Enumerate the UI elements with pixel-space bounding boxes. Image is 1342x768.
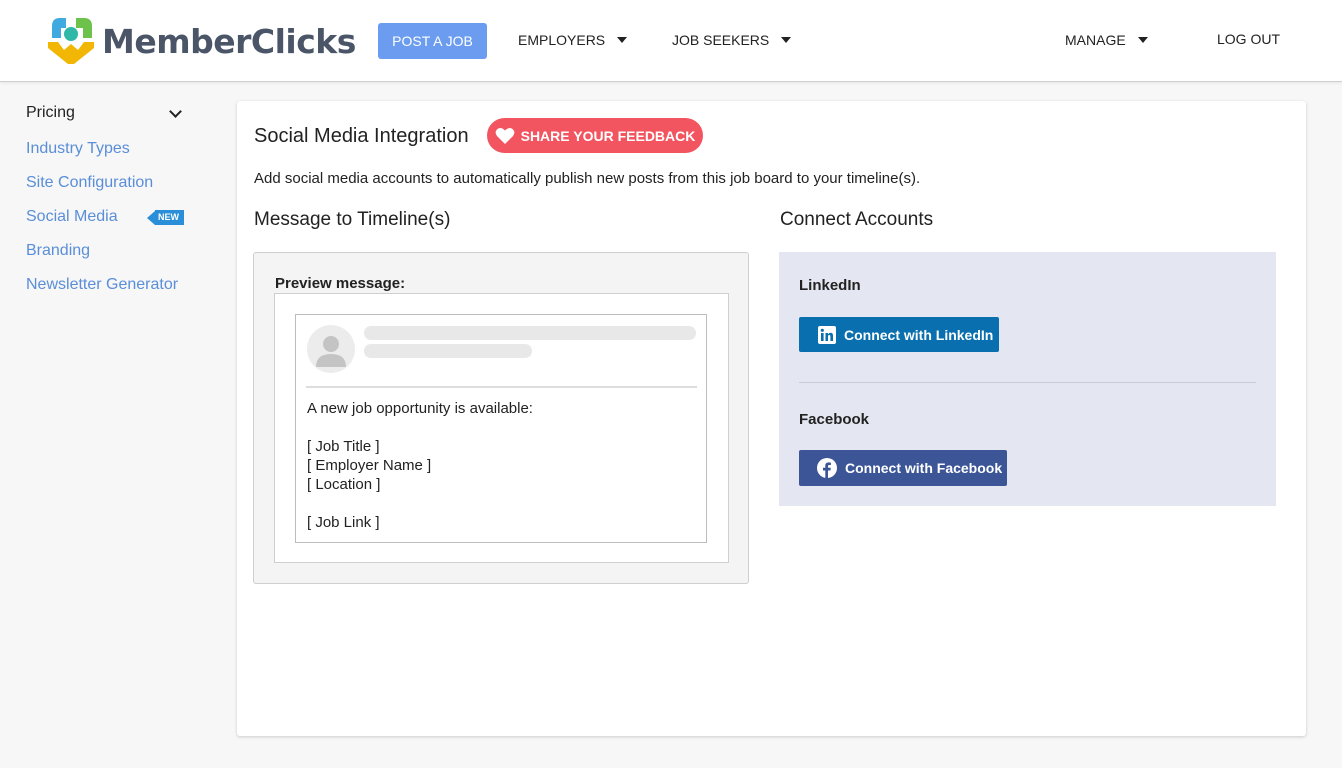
share-feedback-label: SHARE YOUR FEEDBACK: [520, 127, 696, 144]
preview-job-link: [ Job Link ]: [307, 514, 380, 531]
connect-linkedin-label: Connect with LinkedIn: [844, 326, 994, 343]
connect-linkedin-button[interactable]: Connect with LinkedIn: [799, 317, 999, 352]
chevron-down-icon: [169, 104, 182, 118]
new-badge-label: NEW: [155, 210, 184, 225]
preview-job-title: [ Job Title ]: [307, 438, 380, 455]
memberclicks-logo[interactable]: MemberClicks: [44, 14, 356, 68]
caret-down-icon: [617, 37, 628, 43]
connect-accounts-panel: LinkedIn Connect with LinkedIn Facebook …: [779, 252, 1276, 506]
skeleton-line: [364, 326, 696, 340]
nav-logout-label: LOG OUT: [1217, 31, 1281, 47]
nav-manage[interactable]: MANAGE: [1065, 32, 1148, 48]
sidebar-item-pricing[interactable]: Pricing: [26, 104, 186, 122]
sidebar-item-social-media[interactable]: Social Media: [26, 208, 118, 226]
nav-logout[interactable]: LOG OUT: [1217, 31, 1280, 47]
page-title: Social Media Integration: [254, 125, 469, 147]
preview-panel: Preview message: A new job opportunity i…: [253, 252, 749, 584]
accounts-divider: [799, 382, 1256, 383]
logo-text: MemberClicks: [102, 21, 356, 61]
sidebar-item-newsletter-generator[interactable]: Newsletter Generator: [26, 276, 178, 294]
preview-label: Preview message:: [275, 275, 406, 292]
sidebar-item-label: Pricing: [26, 104, 75, 121]
nav-employers[interactable]: EMPLOYERS: [518, 32, 628, 48]
connect-accounts-heading: Connect Accounts: [780, 209, 934, 230]
preview-intro-text: A new job opportunity is available:: [307, 400, 533, 417]
memberclicks-logo-icon: [48, 18, 94, 64]
caret-down-icon: [1137, 37, 1148, 43]
nav-manage-label: MANAGE: [1065, 32, 1126, 48]
badge-tip: [147, 210, 155, 225]
sidebar-item-industry-types[interactable]: Industry Types: [26, 140, 130, 158]
nav-job-seekers[interactable]: JOB SEEKERS: [672, 32, 792, 48]
page-description: Add social media accounts to automatical…: [254, 170, 921, 187]
facebook-label: Facebook: [799, 411, 870, 428]
post-a-job-button[interactable]: POST A JOB: [378, 23, 487, 59]
message-heading: Message to Timeline(s): [254, 209, 451, 230]
main-card: Social Media Integration SHARE YOUR FEED…: [237, 101, 1306, 736]
preview-divider: [306, 386, 697, 388]
preview-employer-name: [ Employer Name ]: [307, 457, 432, 474]
post-a-job-label: POST A JOB: [392, 33, 473, 49]
linkedin-icon: [818, 325, 836, 344]
top-navigation-bar: MemberClicks POST A JOB EMPLOYERS JOB SE…: [0, 0, 1342, 82]
connect-facebook-label: Connect with Facebook: [845, 460, 1003, 476]
new-badge: NEW: [147, 210, 184, 225]
skeleton-line: [364, 344, 532, 358]
connect-facebook-button[interactable]: Connect with Facebook: [799, 450, 1007, 486]
caret-down-icon: [781, 37, 792, 43]
nav-employers-label: EMPLOYERS: [518, 32, 606, 48]
preview-frame: A new job opportunity is available: [ Jo…: [274, 293, 729, 563]
sidebar-item-site-configuration[interactable]: Site Configuration: [26, 174, 153, 192]
avatar-placeholder-icon: [307, 325, 355, 373]
sidebar-item-branding[interactable]: Branding: [26, 242, 90, 260]
heart-icon: [495, 127, 514, 144]
linkedin-label: LinkedIn: [799, 277, 861, 294]
facebook-icon: [817, 458, 837, 478]
share-feedback-button[interactable]: SHARE YOUR FEEDBACK: [487, 118, 703, 153]
preview-location: [ Location ]: [307, 476, 381, 493]
nav-job-seekers-label: JOB SEEKERS: [672, 32, 770, 48]
preview-post: A new job opportunity is available: [ Jo…: [295, 314, 707, 543]
